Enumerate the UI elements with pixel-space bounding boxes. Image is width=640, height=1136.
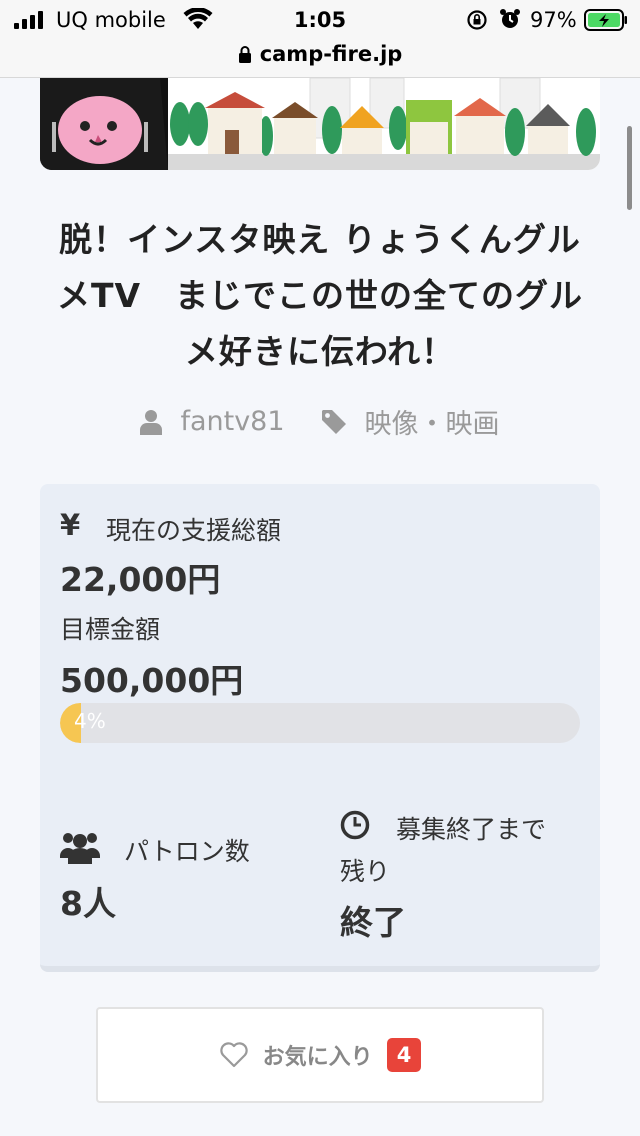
address-bar[interactable]: camp-fire.jp <box>0 40 640 78</box>
status-bar: UQ mobile 1:05 97% <box>0 0 640 40</box>
project-title-line-2: メTV まじでこの世の全てのグル <box>56 276 584 315</box>
battery-percent: 97% <box>530 8 577 32</box>
goal-amount: 500,000円 <box>60 661 244 700</box>
yen-icon: ¥ <box>60 508 81 542</box>
patrons-count: 8人 <box>60 884 116 923</box>
lock-icon <box>238 46 251 63</box>
users-icon <box>60 833 100 864</box>
favorite-label: お気に入り <box>262 1045 373 1070</box>
project-illustration <box>40 78 600 170</box>
author-name[interactable]: fantv81 <box>180 406 284 437</box>
project-title-line-3: メ好きに伝われ！ <box>184 332 456 371</box>
project-meta: fantv81 映像・映画 <box>0 402 640 441</box>
current-amount: 22,000円 <box>60 560 221 599</box>
project-title-line-1: 脱！インスタ映え りょうくんグル <box>59 220 581 259</box>
current-amount-label: 現在の支援総額 <box>106 516 282 545</box>
goal-amount-label: 目標金額 <box>60 615 161 644</box>
project-thumbnail[interactable] <box>40 78 600 170</box>
favorite-count-badge: 4 <box>386 1038 422 1072</box>
project-title: 脱！インスタ映え りょうくんグル メTV まじでこの世の全てのグル メ好きに伝わ… <box>30 212 610 380</box>
user-icon <box>140 409 163 435</box>
favorite-button[interactable]: お気に入り 4 <box>96 1007 544 1103</box>
alarm-icon <box>500 9 520 28</box>
funding-stats-card: ¥ 現在の支援総額 22,000円 目標金額 500,000円 4% パトロン数… <box>40 484 600 972</box>
category-name[interactable]: 映像・映画 <box>365 402 500 441</box>
funding-progress-label: 4% <box>74 709 106 733</box>
remaining-label-line-2: 残り <box>340 857 391 886</box>
tag-icon <box>321 409 346 434</box>
category[interactable]: 映像・映画 <box>321 402 500 441</box>
funding-progress-bar: 4% <box>60 703 580 743</box>
heart-icon <box>220 1042 248 1068</box>
author[interactable]: fantv81 <box>140 406 285 437</box>
clock-icon <box>340 810 370 840</box>
remaining-value: 終了 <box>340 903 406 942</box>
url-text[interactable]: camp-fire.jp <box>260 42 403 66</box>
rotation-lock-icon <box>467 10 487 30</box>
remaining-label-line-1: 募集終了まで <box>396 815 547 844</box>
patrons-label: パトロン数 <box>124 837 250 866</box>
scrollbar[interactable] <box>627 126 632 210</box>
battery-icon <box>584 9 627 31</box>
